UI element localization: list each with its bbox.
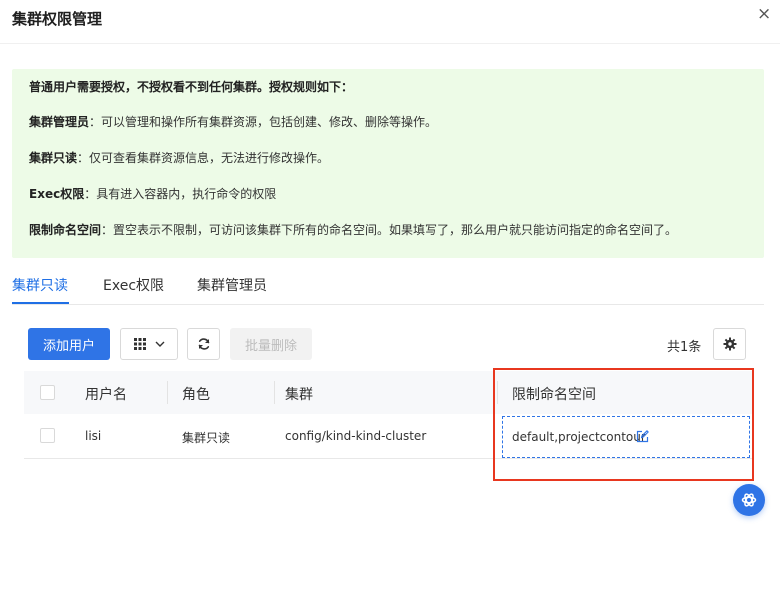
cell-cluster: config/kind-kind-cluster	[285, 429, 427, 443]
header-cluster: 集群	[285, 387, 313, 403]
cell-role: 集群只读	[182, 431, 231, 445]
column-divider	[497, 381, 498, 404]
row-checkbox[interactable]	[40, 428, 55, 443]
rule-desc: ：可以管理和操作所有集群资源，包括创建、修改、删除等操作。	[89, 115, 438, 129]
notice-rule-exec: Exec权限：具有进入容器内，执行命令的权限	[29, 185, 276, 202]
notice-rule-admin: 集群管理员：可以管理和操作所有集群资源，包括创建、修改、删除等操作。	[29, 113, 437, 130]
tab-readonly[interactable]: 集群只读	[12, 275, 68, 295]
rule-desc: ：置空表示不限制，可访问该集群下所有的命名空间。如果填写了，那么用户就只能访问指…	[101, 223, 678, 237]
column-divider	[167, 381, 168, 404]
notice-intro: 普通用户需要授权，不授权看不到任何集群。授权规则如下：	[29, 78, 353, 95]
edit-icon[interactable]	[636, 430, 649, 443]
rule-term: 集群管理员	[29, 115, 90, 129]
dialog-header: 集群权限管理 ×	[0, 0, 780, 44]
rule-term: 限制命名空间	[29, 223, 102, 237]
header-namespace: 限制命名空间	[512, 387, 596, 403]
active-tab-indicator	[12, 302, 69, 304]
tab-admin[interactable]: 集群管理员	[197, 275, 267, 295]
namespace-edit-cell[interactable]: default,projectcontour	[502, 416, 750, 458]
rule-desc: ：仅可查看集群资源信息，无法进行修改操作。	[77, 151, 330, 165]
rule-term: 集群只读	[29, 151, 78, 165]
tab-exec[interactable]: Exec权限	[103, 275, 164, 295]
permission-notice: 普通用户需要授权，不授权看不到任何集群。授权规则如下： 集群管理员：可以管理和操…	[12, 69, 764, 258]
table-row: lisi 集群只读 config/kind-kind-cluster defau…	[24, 414, 752, 459]
batch-delete-button[interactable]: 批量删除	[230, 328, 312, 360]
header-role: 角色	[182, 387, 210, 403]
assistant-button[interactable]	[733, 484, 765, 516]
permission-tabs: 集群只读 Exec权限 集群管理员	[12, 268, 764, 305]
notice-rule-namespace: 限制命名空间：置空表示不限制，可访问该集群下所有的命名空间。如果填写了，那么用户…	[29, 221, 677, 238]
column-divider	[274, 381, 275, 404]
assistant-icon	[741, 493, 757, 507]
cell-namespace: default,projectcontour	[512, 430, 646, 444]
add-user-button[interactable]: 添加用户	[28, 328, 110, 360]
dialog-title: 集群权限管理	[12, 10, 103, 28]
table-settings-button[interactable]	[713, 328, 746, 360]
select-all-checkbox[interactable]	[40, 385, 55, 400]
rule-desc: ：具有进入容器内，执行命令的权限	[84, 187, 277, 201]
gear-icon	[723, 337, 736, 351]
close-icon[interactable]: ×	[757, 4, 771, 24]
grid-icon	[133, 338, 146, 350]
notice-rule-readonly: 集群只读：仅可查看集群资源信息，无法进行修改操作。	[29, 149, 329, 166]
chevron-down-icon	[155, 341, 164, 347]
column-settings-dropdown[interactable]	[120, 328, 178, 360]
rule-term: Exec权限	[29, 187, 85, 201]
refresh-button[interactable]	[187, 328, 220, 360]
header-username: 用户名	[85, 387, 127, 403]
refresh-icon	[198, 338, 209, 350]
notice-intro-text: 普通用户需要授权，不授权看不到任何集群。授权规则如下：	[29, 80, 354, 94]
total-count: 共1条	[667, 340, 702, 355]
table-header: 用户名 角色 集群 限制命名空间	[24, 371, 752, 414]
cell-username: lisi	[85, 429, 102, 443]
